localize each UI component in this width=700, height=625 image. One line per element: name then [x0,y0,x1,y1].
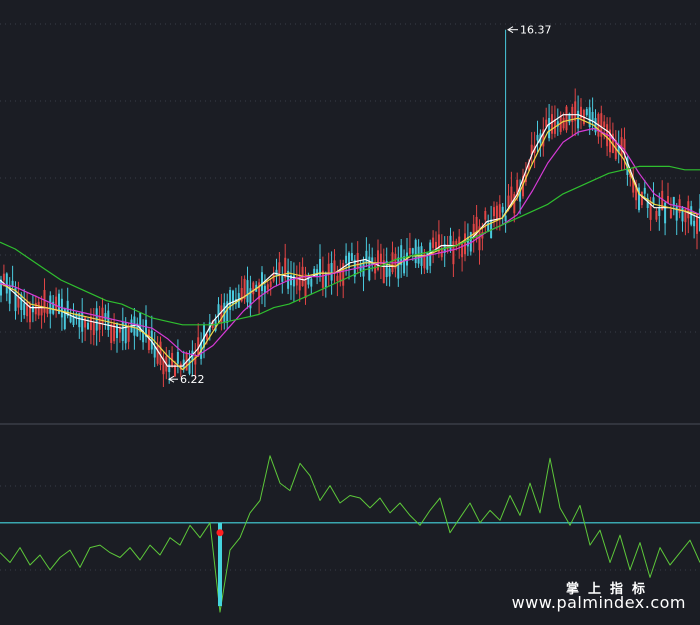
candle-body [205,334,208,340]
candle-body [675,206,678,221]
candle-body [92,321,95,335]
candle-body [49,295,52,314]
candle-body [40,307,43,316]
candle-body [501,206,504,213]
candle-body [403,256,406,274]
candle-body [246,280,249,303]
candle-body [365,250,368,264]
candle-body [330,263,333,281]
candle-body [17,297,20,308]
candle-body [156,345,159,364]
candle-body [336,275,339,281]
candle-body [104,313,107,320]
candle-body [176,352,179,364]
candle-body [681,207,684,222]
stock-chart: 16.37 6.22 [0,23,700,613]
candle-body [397,257,400,279]
candle-body [87,322,89,330]
candle-body [449,235,452,250]
candle-body [55,296,58,311]
ma-line-ma_slow [0,165,700,326]
candle-body [84,317,87,328]
candle-body [690,206,693,225]
candle-body [565,106,568,131]
candle-body [269,281,272,287]
signal-marker [216,529,224,537]
candle-body [89,316,92,331]
candle-body [536,134,539,141]
candle-body [310,278,313,287]
candle-body [107,310,110,330]
moving-average-lines [0,114,700,371]
candle-body [423,252,426,269]
candle-body [110,324,113,343]
candle-body [507,195,510,208]
candle-body [498,204,501,218]
candle-body [577,110,580,129]
candle-body [664,202,667,224]
candle-body [562,117,565,129]
candle-body [408,248,411,254]
candle-body [417,246,420,264]
candle-body [266,284,269,290]
candlestick-series [0,29,700,387]
candle-body [23,303,26,316]
candle-body [350,253,353,261]
candle-body [643,187,646,194]
candle-body [261,272,263,291]
candle-body [371,257,374,265]
candle-body [484,211,487,220]
candle-body [278,262,281,274]
candle-body [69,316,72,323]
candle-body [116,322,118,338]
candle-body [585,109,588,116]
candle-body [432,237,435,248]
low-price-label: 6.22 [180,373,205,386]
candle-body [345,255,348,264]
candle-body [275,269,278,276]
candle-body [374,265,377,274]
candle-body [37,301,40,316]
candle-body [327,263,330,273]
candle-body [43,290,46,313]
candle-body [493,207,495,217]
candle-body [414,239,417,264]
candle-body [388,268,391,277]
candle-body [46,308,49,314]
candle-body [5,273,8,294]
candle-body [168,364,171,373]
candle-body [603,121,606,127]
candle-body [127,325,130,342]
candle-body [640,191,643,206]
candle-body [333,260,336,274]
candle-body [548,118,551,139]
candle-body [411,248,414,254]
candle-body [304,274,307,299]
candle-body [669,209,672,218]
candle-body [591,112,594,121]
candle-body [2,273,5,281]
watermark-url: www.palmindex.com [511,593,686,612]
high-price-label: 16.37 [520,24,552,37]
candle-body [452,241,455,265]
candle-body [551,114,553,134]
candle-body [464,233,466,255]
candle-body [693,220,696,227]
candle-body [504,215,507,222]
candle-body [655,211,658,220]
candle-body [658,207,661,216]
grid-lines [0,23,700,571]
candle-body [252,282,255,295]
